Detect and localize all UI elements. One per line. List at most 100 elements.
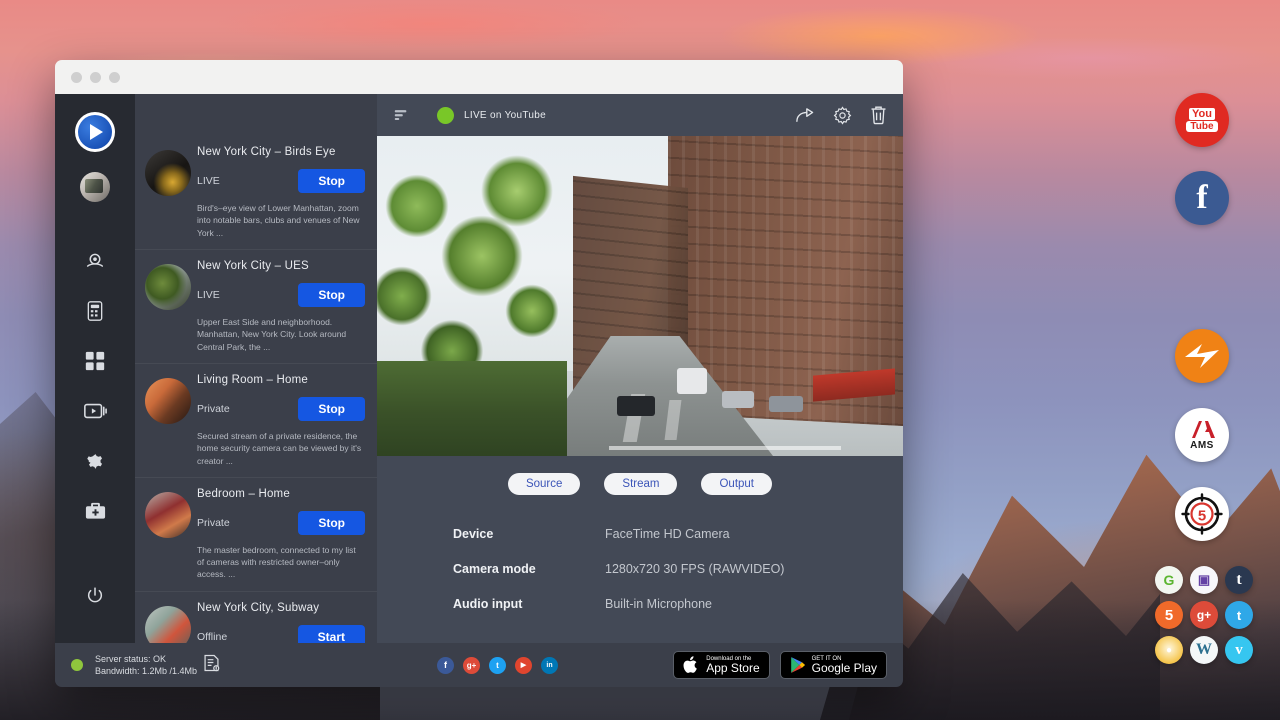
camera-list[interactable]: New York City – Birds Eye LIVE Stop Bird…	[135, 136, 377, 643]
camera-thumbnail	[145, 150, 191, 196]
tab-output[interactable]: Output	[701, 473, 772, 495]
bandwidth-label: Bandwidth: 1.2Mb /1.4Mb	[95, 665, 197, 677]
app-store-badge[interactable]: Download on the App Store	[673, 651, 769, 679]
twitter-launcher[interactable]: t	[1225, 601, 1253, 629]
window-body: New York City – Birds Eye LIVE Stop Bird…	[55, 94, 903, 643]
live-status-label: LIVE on YouTube	[464, 110, 546, 121]
power-icon[interactable]	[73, 571, 117, 621]
twitter-icon[interactable]: t	[489, 657, 506, 674]
wordpress-launcher[interactable]: W	[1190, 636, 1218, 664]
device-icon[interactable]	[73, 286, 117, 336]
adobe-ams-launcher[interactable]: AMS	[1175, 408, 1229, 462]
sort-icon[interactable]	[393, 107, 409, 123]
share-icon[interactable]	[795, 106, 815, 124]
broadcast-icon[interactable]	[73, 386, 117, 436]
log-icon[interactable]	[203, 654, 220, 677]
detail-label: Audio input	[453, 597, 605, 611]
facebook-icon[interactable]: f	[437, 657, 454, 674]
close-button[interactable]	[71, 72, 82, 83]
first-aid-icon[interactable]	[73, 486, 117, 536]
store-badges: Download on the App Store GET IT ON Goog…	[673, 651, 887, 679]
camera-action-button[interactable]: Stop	[298, 283, 365, 307]
settings-icon[interactable]	[73, 436, 117, 486]
camera-thumbnail	[145, 264, 191, 310]
status-indicator	[71, 659, 83, 671]
camera-title: New York City – UES	[197, 260, 369, 272]
camera-action-button[interactable]: Stop	[298, 169, 365, 193]
window-titlebar	[55, 60, 903, 94]
camera-action-button[interactable]: Stop	[298, 511, 365, 535]
svg-text:5: 5	[1198, 508, 1206, 525]
list-item[interactable]: New York City – Birds Eye LIVE Stop Bird…	[135, 136, 377, 250]
video-car	[617, 396, 655, 416]
camera-title: New York City, Subway	[197, 602, 369, 614]
flickr-launcher[interactable]: ●	[1155, 636, 1183, 664]
wowza-launcher[interactable]	[1175, 329, 1229, 383]
gplus-launcher[interactable]: g+	[1190, 601, 1218, 629]
video-crosswalk	[609, 446, 841, 450]
linkedin-icon[interactable]: in	[541, 657, 558, 674]
youtube-launcher[interactable]: You Tube	[1175, 93, 1229, 147]
facebook-launcher-label: f	[1196, 181, 1207, 215]
camera-state: Offline	[197, 631, 227, 643]
video-car	[722, 391, 754, 408]
list-item[interactable]: Bedroom – Home Private Stop The master b…	[135, 478, 377, 592]
detail-label: Device	[453, 527, 605, 541]
five-launcher[interactable]: 5	[1155, 601, 1183, 629]
list-item[interactable]: New York City – UES LIVE Stop Upper East…	[135, 250, 377, 364]
youtube-launcher-label-bottom: Tube	[1186, 121, 1217, 132]
detail-row-audio-input: Audio input Built-in Microphone	[453, 597, 903, 611]
camera-state: Private	[197, 517, 230, 529]
camera-action-button[interactable]: Stop	[298, 397, 365, 421]
settings-gear-icon[interactable]	[833, 106, 852, 125]
tab-source[interactable]: Source	[508, 473, 580, 495]
tumblr-launcher[interactable]: t	[1225, 566, 1253, 594]
camera-action-button[interactable]: Start	[298, 625, 365, 643]
camera-thumbnail	[145, 492, 191, 538]
live-status: LIVE on YouTube	[437, 107, 546, 124]
user-avatar[interactable]	[80, 172, 110, 202]
list-item[interactable]: New York City, Subway Offline Start New …	[135, 592, 377, 643]
maximize-button[interactable]	[109, 72, 120, 83]
list-item[interactable]: Living Room – Home Private Stop Secured …	[135, 364, 377, 478]
grid-icon[interactable]	[73, 336, 117, 386]
camera-title: Living Room – Home	[197, 374, 369, 386]
trash-icon[interactable]	[870, 105, 887, 125]
app-window: New York City – Birds Eye LIVE Stop Bird…	[55, 60, 903, 687]
camera-description: The master bedroom, connected to my list…	[197, 544, 369, 581]
camera-icon[interactable]	[73, 236, 117, 286]
camera-list-panel: New York City – Birds Eye LIVE Stop Bird…	[135, 94, 377, 643]
google-play-bottom-label: Google Play	[812, 662, 877, 675]
camera-state: Private	[197, 403, 230, 415]
detail-value[interactable]: Built-in Microphone	[605, 597, 712, 611]
camera-thumbnail	[145, 378, 191, 424]
google-play-badge[interactable]: GET IT ON Google Play	[780, 651, 887, 679]
video-preview[interactable]	[377, 136, 903, 456]
app-logo[interactable]	[75, 112, 115, 152]
wowza-bolt-icon	[1182, 341, 1222, 371]
five-target-launcher[interactable]: 5	[1175, 487, 1229, 541]
camera-thumbnail	[145, 606, 191, 643]
apple-icon	[683, 655, 700, 675]
google-plus-icon[interactable]: g+	[463, 657, 480, 674]
detail-row-camera-mode: Camera mode 1280x720 30 FPS (RAWVIDEO)	[453, 562, 903, 576]
tab-stream[interactable]: Stream	[604, 473, 677, 495]
youtube-icon[interactable]: ▶	[515, 657, 532, 674]
adobe-ams-launcher-label: AMS	[1190, 440, 1214, 451]
detail-value[interactable]: FaceTime HD Camera	[605, 527, 730, 541]
detail-value[interactable]: 1280x720 30 FPS (RAWVIDEO)	[605, 562, 784, 576]
video-truck	[677, 368, 707, 394]
detail-row-device: Device FaceTime HD Camera	[453, 527, 903, 541]
toolbar-actions	[795, 105, 887, 125]
live-indicator-dot	[437, 107, 454, 124]
video-car	[769, 396, 803, 412]
minimize-button[interactable]	[90, 72, 101, 83]
detail-label: Camera mode	[453, 562, 605, 576]
server-status-label: Server status: OK	[95, 653, 197, 665]
facebook-launcher[interactable]: f	[1175, 171, 1229, 225]
main-panel: LIVE on YouTube	[377, 94, 903, 643]
vimeo-launcher[interactable]: v	[1225, 636, 1253, 664]
desktop: New York City – Birds Eye LIVE Stop Bird…	[0, 0, 1280, 720]
groupon-launcher[interactable]: G	[1155, 566, 1183, 594]
twitch-launcher[interactable]: ▣	[1190, 566, 1218, 594]
